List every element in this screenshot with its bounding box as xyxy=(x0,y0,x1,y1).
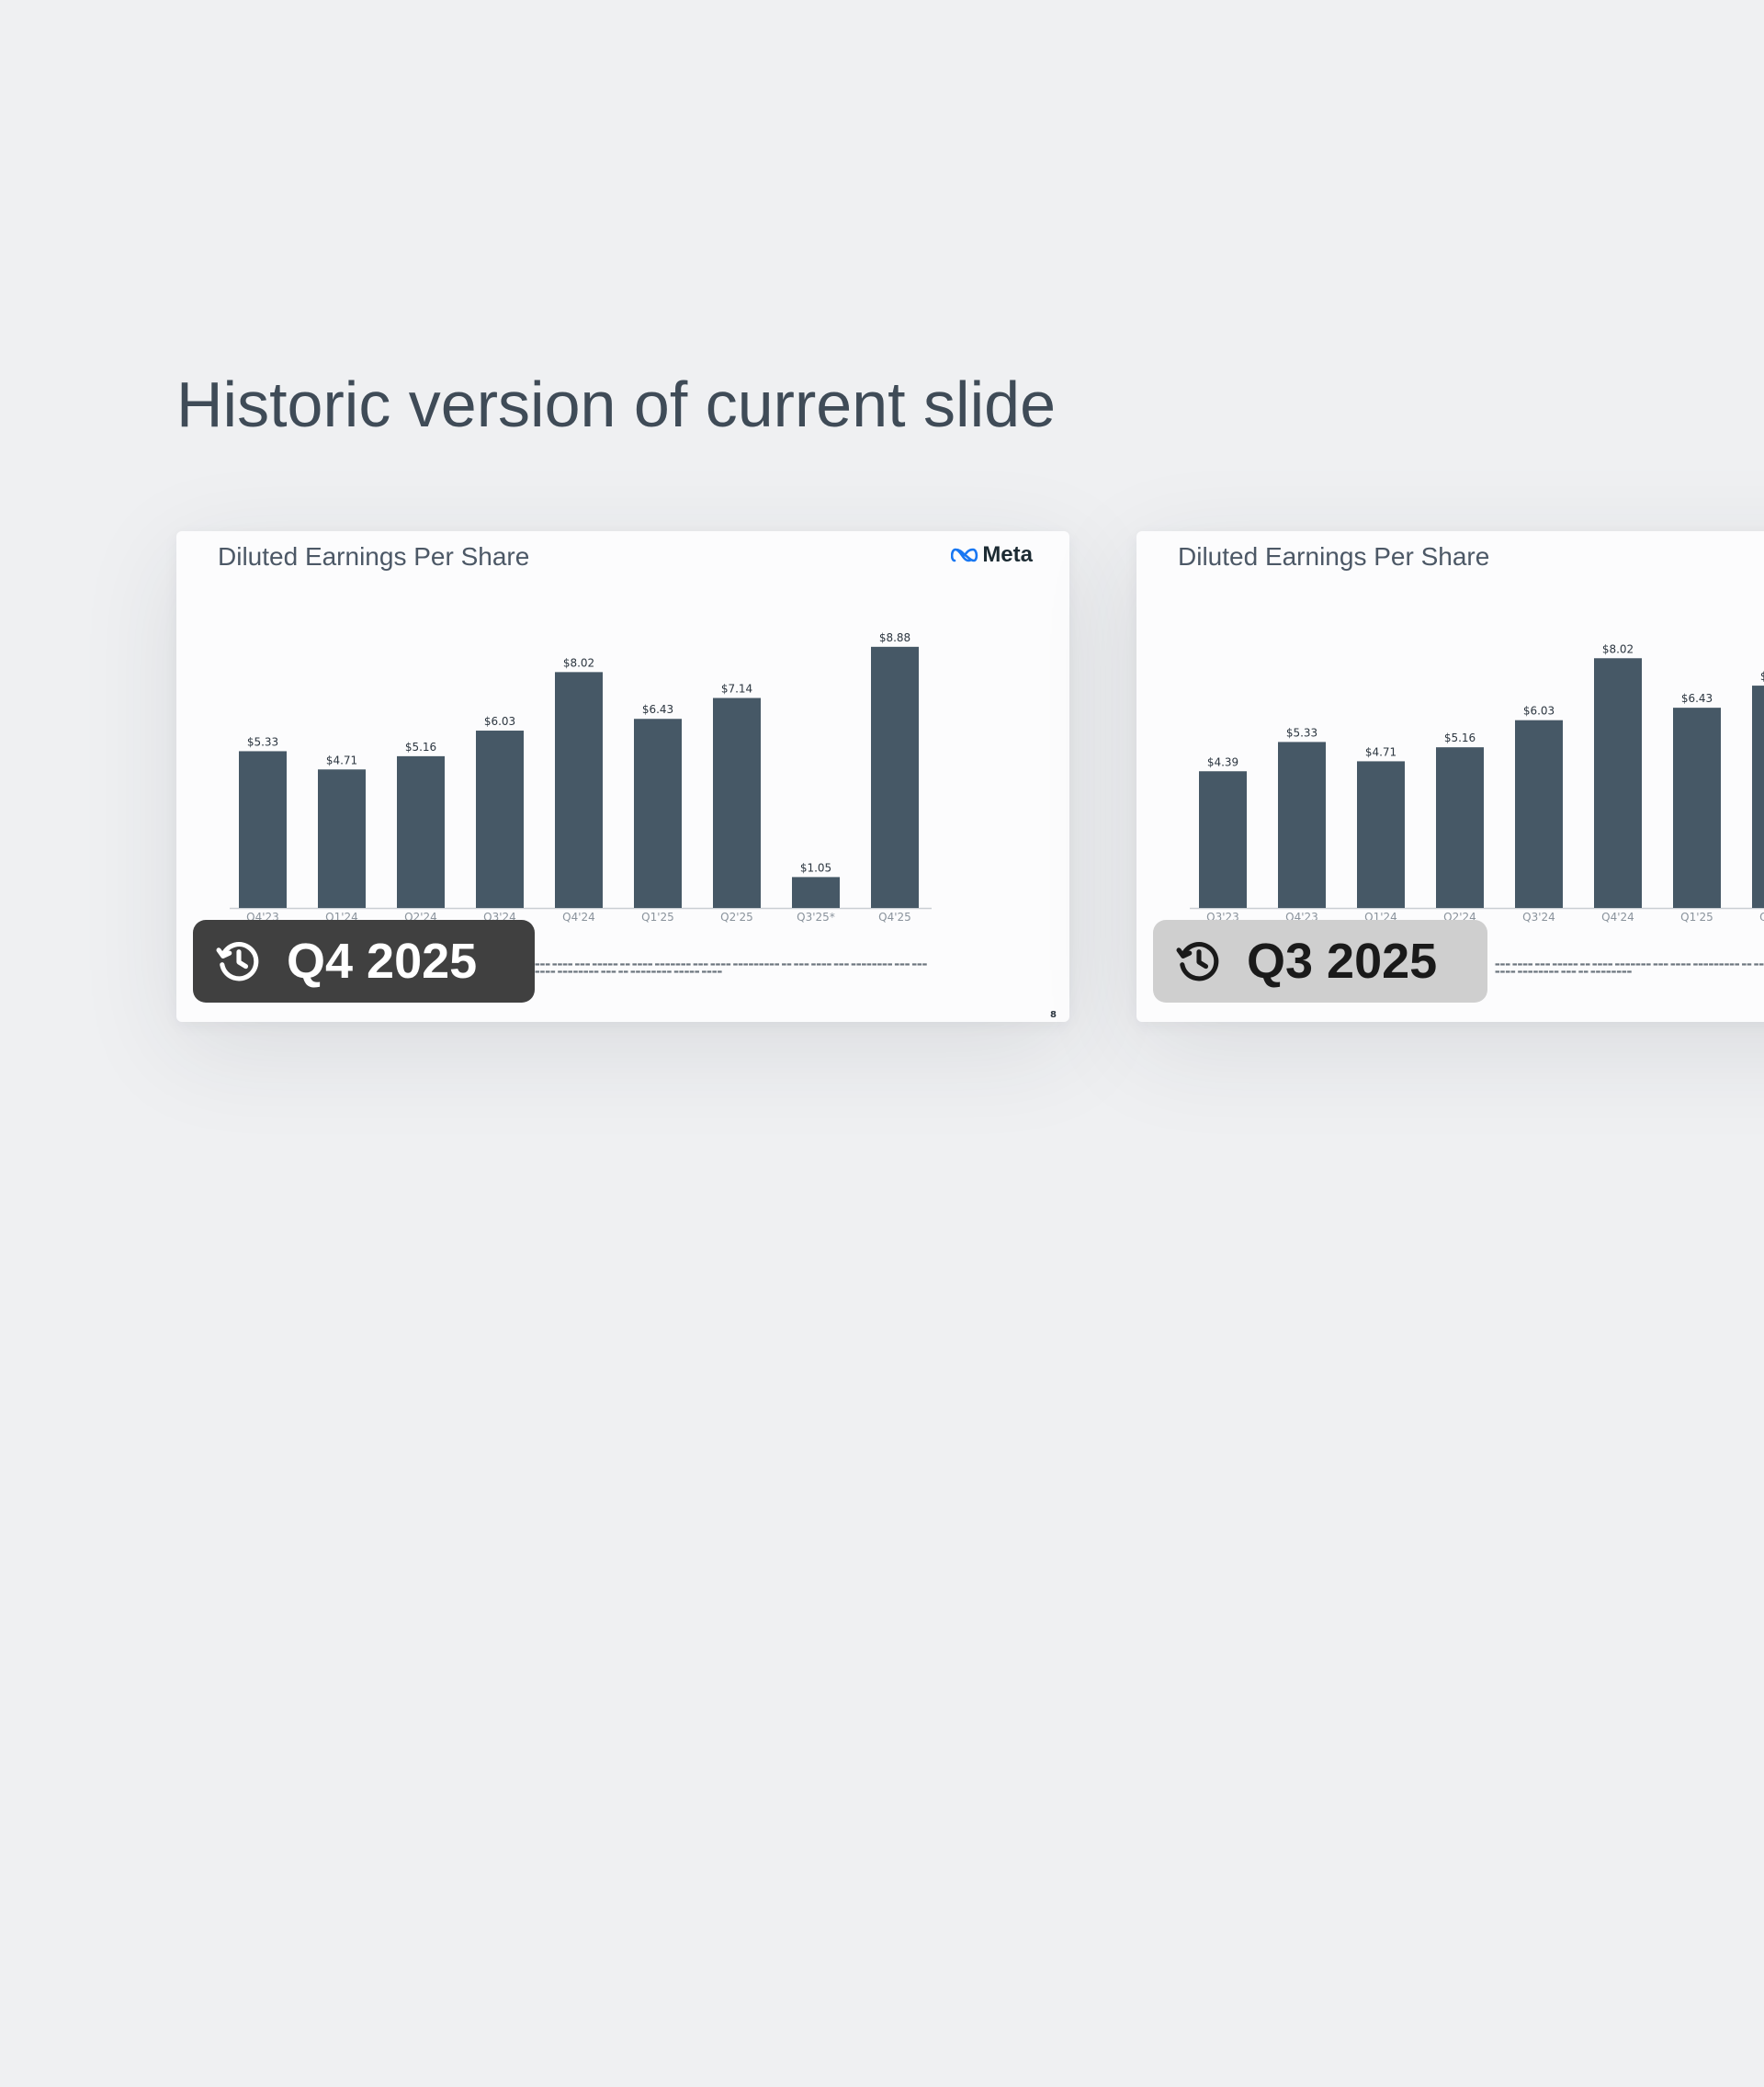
bar-5 xyxy=(634,719,682,908)
x-tick-label: Q3'24 xyxy=(1522,911,1555,924)
version-badge-q3-2025[interactable]: Q3 2025 xyxy=(1153,920,1487,1003)
bar-8 xyxy=(871,646,919,908)
bar-value-label: $6.03 xyxy=(484,715,515,728)
slide-version-card-q4-2025[interactable]: Diluted Earnings Per Share Meta $5.33 Q4'… xyxy=(176,531,1069,1022)
bar-4 xyxy=(555,672,603,908)
bar-7 xyxy=(1752,686,1764,908)
bar-value-label: $4.39 xyxy=(1207,755,1238,768)
slide-page-number: 8 xyxy=(1050,1010,1057,1020)
bar-value-label: $7.14 xyxy=(1760,670,1764,683)
bar-value-label: $8.88 xyxy=(879,631,910,644)
page-heading: Historic version of current slide xyxy=(176,369,1056,440)
bar-value-label: $5.33 xyxy=(1286,726,1317,739)
bar-value-label: $5.16 xyxy=(405,741,436,754)
bar-value-label: $6.03 xyxy=(1523,705,1555,718)
x-tick-label: Q2'25 xyxy=(720,911,753,924)
bar-1 xyxy=(318,769,366,908)
bar-6 xyxy=(713,698,761,908)
bar-5 xyxy=(1594,658,1642,908)
bar-value-label: $4.71 xyxy=(1365,745,1396,758)
history-page: Historic version of current slide Dilute… xyxy=(0,0,1764,2087)
bar-value-label: $7.14 xyxy=(721,683,752,696)
slide-footnote: ▬▬▬ ▬▬▬▬ ▬▬▬ ▬▬▬▬▬ ▬▬ ▬▬▬▬ ▬▬▬▬▬▬▬ ▬▬▬ ▬… xyxy=(1495,961,1764,975)
bar-3 xyxy=(476,731,524,908)
bar-value-label: $5.33 xyxy=(247,735,278,748)
slide-footnote: ▬▬▬ ▬▬▬▬ ▬▬▬ ▬▬▬▬▬ ▬▬ ▬▬▬▬ ▬▬▬▬▬▬▬ ▬▬▬ ▬… xyxy=(535,961,928,975)
bar-value-label: $1.05 xyxy=(800,861,831,874)
history-icon xyxy=(1176,942,1219,981)
bar-2 xyxy=(397,755,445,908)
x-tick-label: Q2'25 xyxy=(1759,911,1764,924)
version-badge-label: Q4 2025 xyxy=(287,934,478,989)
bar-2 xyxy=(1357,761,1405,908)
version-badge-label: Q3 2025 xyxy=(1247,934,1438,989)
bar-value-label: $6.43 xyxy=(1681,692,1713,705)
bar-6 xyxy=(1673,708,1721,908)
x-tick-label: Q4'25 xyxy=(878,911,911,924)
slide-version-card-q3-2025[interactable]: Diluted Earnings Per Share $4.39 Q3'23 $5.… xyxy=(1136,531,1764,1022)
x-tick-label: Q4'24 xyxy=(1601,911,1634,924)
bar-3 xyxy=(1436,747,1484,908)
x-tick-label: Q3'25* xyxy=(797,911,835,924)
x-tick-label: Q4'24 xyxy=(562,911,595,924)
bar-value-label: $6.43 xyxy=(642,703,673,716)
bar-7 xyxy=(792,877,840,908)
x-tick-label: Q1'25 xyxy=(641,911,674,924)
history-icon xyxy=(216,942,259,981)
x-tick-label: Q1'25 xyxy=(1680,911,1713,924)
bar-value-label: $8.02 xyxy=(563,656,594,669)
bar-value-label: $4.71 xyxy=(326,754,357,766)
version-badge-q4-2025[interactable]: Q4 2025 xyxy=(193,920,535,1003)
bar-4 xyxy=(1515,720,1563,908)
bar-1 xyxy=(1278,742,1326,908)
bar-0 xyxy=(239,751,287,908)
bar-value-label: $8.02 xyxy=(1602,642,1634,655)
bar-0 xyxy=(1199,771,1247,908)
bar-value-label: $5.16 xyxy=(1444,732,1476,744)
